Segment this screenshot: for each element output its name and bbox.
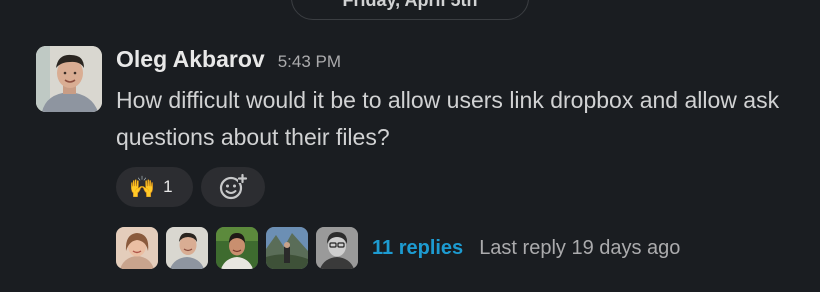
author-name[interactable]: Oleg Akbarov bbox=[116, 46, 265, 73]
participant-avatar-icon bbox=[316, 227, 358, 269]
participant-avatar-1[interactable] bbox=[116, 227, 158, 269]
participant-avatar-icon bbox=[216, 227, 258, 269]
replies-link[interactable]: 11 replies bbox=[372, 237, 463, 260]
participant-avatar-4[interactable] bbox=[266, 227, 308, 269]
add-reaction-button[interactable] bbox=[201, 167, 265, 207]
date-divider-label: Friday, April 5th bbox=[342, 0, 477, 11]
reactions-bar: 🙌 1 bbox=[116, 167, 265, 207]
message-header: Oleg Akbarov 5:43 PM bbox=[116, 46, 796, 76]
participant-avatar-3[interactable] bbox=[216, 227, 258, 269]
last-reply-time: Last reply 19 days ago bbox=[479, 236, 681, 259]
reaction-raised-hands[interactable]: 🙌 1 bbox=[116, 167, 193, 207]
participant-avatar-5[interactable] bbox=[316, 227, 358, 269]
date-divider[interactable]: Friday, April 5th bbox=[291, 0, 529, 20]
participant-avatar-2[interactable] bbox=[166, 227, 208, 269]
raised-hands-icon: 🙌 bbox=[129, 174, 156, 199]
message-timestamp[interactable]: 5:43 PM bbox=[278, 52, 341, 72]
user-avatar-icon bbox=[36, 46, 102, 112]
participant-avatar-icon bbox=[116, 227, 158, 269]
message-body: How difficult would it be to allow users… bbox=[116, 87, 780, 150]
add-reaction-icon bbox=[219, 173, 248, 200]
participant-avatar-icon bbox=[166, 227, 208, 269]
author-avatar[interactable] bbox=[36, 46, 102, 112]
thread-summary[interactable]: 11 replies Last reply 19 days ago bbox=[116, 226, 680, 270]
message-content: Oleg Akbarov 5:43 PM How difficult would… bbox=[116, 46, 796, 156]
reaction-count: 1 bbox=[163, 177, 173, 196]
participant-avatar-icon bbox=[266, 227, 308, 269]
